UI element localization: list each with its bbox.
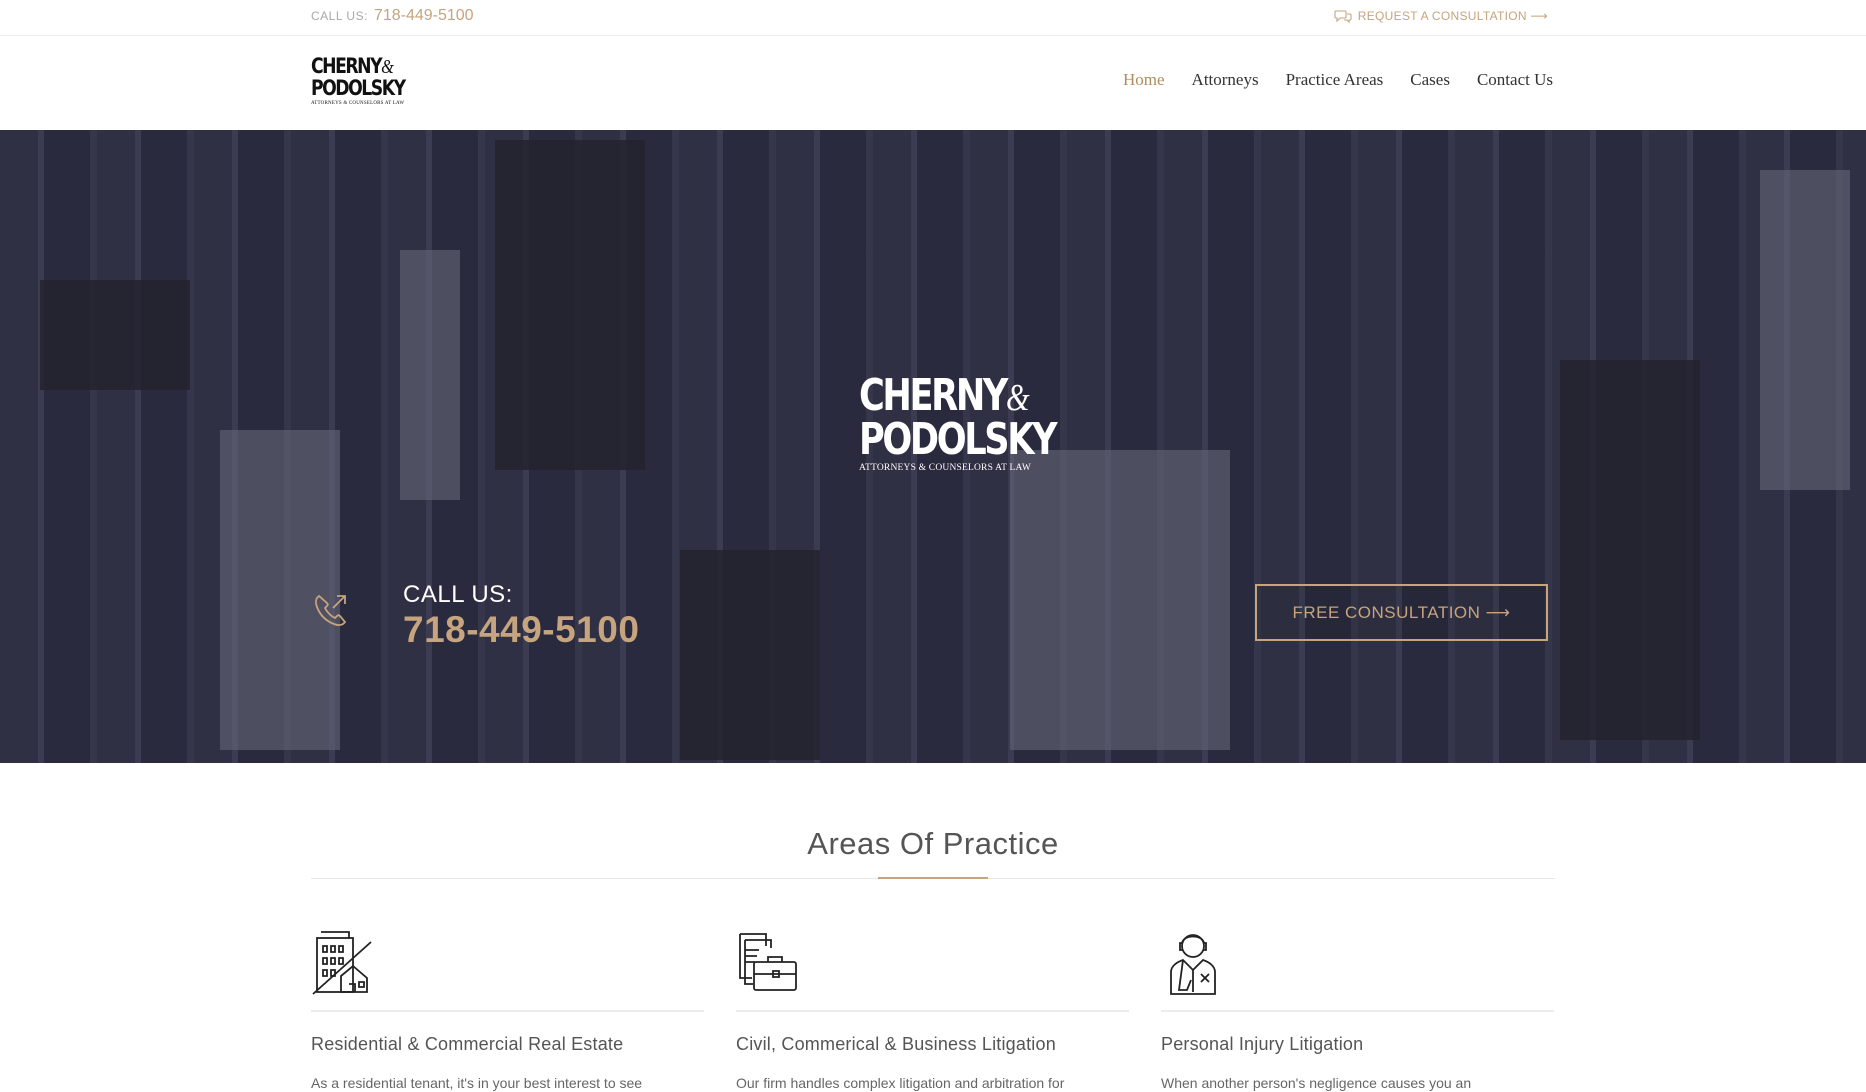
phone-outgoing-icon: [315, 594, 347, 626]
building-icon: [312, 931, 372, 995]
injured-person-icon: [1170, 934, 1216, 995]
logo-tagline: ATTORNEYS & COUNSELORS AT LAW: [311, 101, 405, 106]
card-divider: [736, 1010, 1129, 1012]
practice-card-real-estate[interactable]: Residential & Commercial Real Estate As …: [311, 928, 704, 1091]
logo-line-2: PODOLSKY: [311, 76, 406, 100]
city-building: [1760, 170, 1850, 490]
card-title[interactable]: Personal Injury Litigation: [1161, 1034, 1554, 1055]
topbar-call-label: CALL US:: [311, 9, 368, 23]
card-text: When another person's negligence causes …: [1161, 1075, 1472, 1091]
card-divider: [1161, 1010, 1554, 1012]
chat-icon: [1334, 10, 1352, 24]
city-building: [40, 280, 190, 390]
nav-attorneys[interactable]: Attorneys: [1192, 70, 1259, 90]
hero-call-label: CALL US:: [403, 581, 513, 608]
site-header: CHERNY& PODOLSKY ATTORNEYS & COUNSELORS …: [0, 36, 1866, 130]
briefcase-documents-icon: [739, 933, 797, 991]
main-nav: Home Attorneys Practice Areas Cases Cont…: [1123, 70, 1553, 90]
city-building: [680, 550, 820, 760]
areas-title: Areas Of Practice: [807, 826, 1059, 861]
city-building: [1560, 360, 1700, 740]
hero-banner: CHERNY& PODOLSKY ATTORNEYS & COUNSELORS …: [0, 130, 1866, 763]
practice-card-litigation[interactable]: Civil, Commerical & Business Litigation …: [736, 928, 1129, 1091]
card-title[interactable]: Civil, Commerical & Business Litigation: [736, 1034, 1129, 1055]
topbar-phone-link[interactable]: 718-449-5100: [374, 7, 474, 25]
nav-home[interactable]: Home: [1123, 70, 1165, 90]
hero-call-block: CALL US: 718-449-5100: [311, 582, 639, 652]
hero-phone-number[interactable]: 718-449-5100: [403, 608, 639, 652]
hero-logo-line-1: CHERNY&: [859, 370, 1030, 421]
topbar-call: CALL US: 718-449-5100: [311, 7, 474, 25]
areas-title-accent: [878, 877, 988, 879]
card-text: As a residential tenant, it's in your be…: [311, 1075, 643, 1091]
card-divider: [311, 1010, 704, 1012]
city-building: [400, 250, 460, 500]
hero-logo-line-2: PODOLSKY: [859, 414, 1058, 465]
hero-logo: CHERNY& PODOLSKY ATTORNEYS & COUNSELORS …: [859, 370, 1058, 474]
nav-practice-areas[interactable]: Practice Areas: [1286, 70, 1384, 90]
request-consultation-label: REQUEST A CONSULTATION ⟶: [1357, 9, 1548, 23]
card-text: Our firm handles complex litigation and …: [736, 1075, 1065, 1091]
city-building: [1010, 450, 1230, 750]
nav-contact-us[interactable]: Contact Us: [1477, 70, 1553, 90]
top-bar: CALL US: 718-449-5100 REQUEST A CONSULTA…: [0, 0, 1866, 36]
logo-line-1: CHERNY&: [311, 54, 394, 78]
card-title[interactable]: Residential & Commercial Real Estate: [311, 1034, 704, 1055]
nav-cases[interactable]: Cases: [1410, 70, 1450, 90]
request-consultation-link[interactable]: REQUEST A CONSULTATION ⟶: [1334, 8, 1548, 24]
free-consultation-button[interactable]: FREE CONSULTATION ⟶: [1255, 584, 1548, 641]
city-building: [495, 140, 645, 470]
practice-card-personal-injury[interactable]: Personal Injury Litigation When another …: [1161, 928, 1554, 1091]
site-logo[interactable]: CHERNY& PODOLSKY ATTORNEYS & COUNSELORS …: [311, 54, 406, 110]
